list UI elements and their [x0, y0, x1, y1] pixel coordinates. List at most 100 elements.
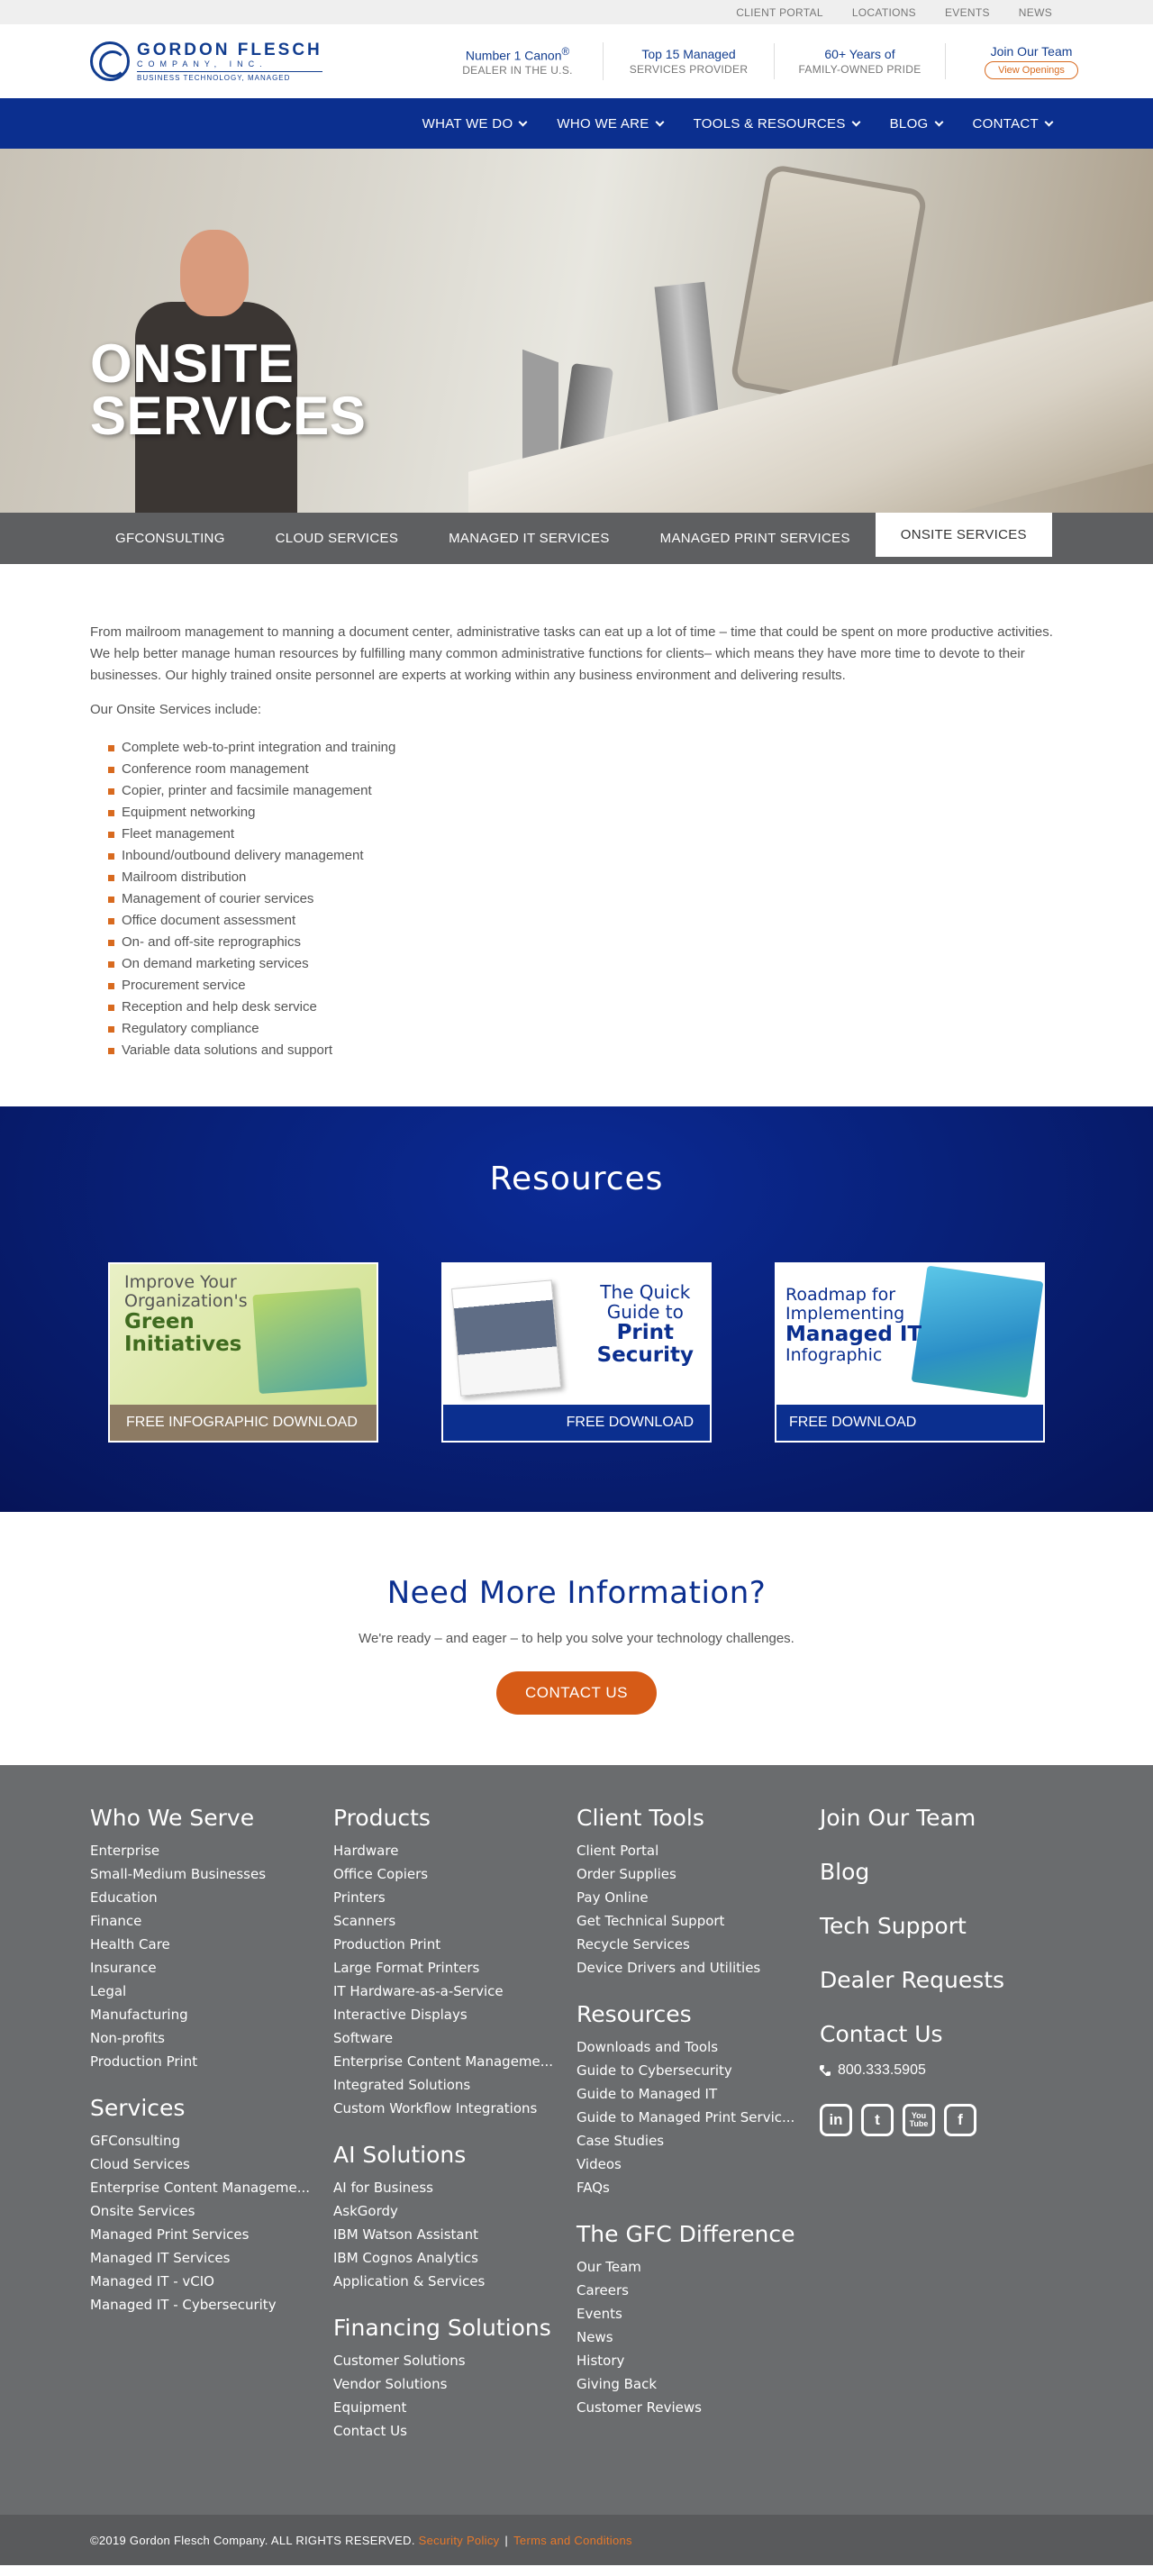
footer-link[interactable]: Enterprise Content Manageme...: [90, 2176, 326, 2199]
footer-link[interactable]: Finance: [90, 1909, 326, 1933]
footer-link[interactable]: Giving Back: [576, 2372, 813, 2396]
footer-join-our-team[interactable]: Join Our Team: [820, 1805, 1063, 1831]
resource-card-print-security[interactable]: The Quick Guide to Print Security FREE D…: [441, 1262, 712, 1443]
nav-what-we-do[interactable]: WHAT WE DO: [422, 116, 528, 132]
youtube-icon[interactable]: You Tube: [903, 2104, 935, 2136]
footer-link[interactable]: Client Portal: [576, 1839, 813, 1862]
footer-link[interactable]: Integrated Solutions: [333, 2073, 569, 2097]
footer-link[interactable]: Insurance: [90, 1956, 326, 1980]
footer-link[interactable]: Vendor Solutions: [333, 2372, 569, 2396]
footer-heading-client-tools[interactable]: Client Tools: [576, 1805, 820, 1831]
footer-link[interactable]: Device Drivers and Utilities: [576, 1956, 813, 1980]
footer-link[interactable]: Custom Workflow Integrations: [333, 2097, 569, 2120]
footer-link[interactable]: Manufacturing: [90, 2003, 326, 2026]
footer-link[interactable]: Managed IT - vCIO: [90, 2270, 326, 2293]
footer-link[interactable]: Health Care: [90, 1933, 326, 1956]
tab-onsite-services[interactable]: ONSITE SERVICES: [875, 513, 1052, 557]
footer-tech-support[interactable]: Tech Support: [820, 1913, 1063, 1939]
footer-link[interactable]: Large Format Printers: [333, 1956, 569, 1980]
footer-link[interactable]: Guide to Cybersecurity: [576, 2059, 813, 2082]
footer-link[interactable]: Production Print: [333, 1933, 569, 1956]
tab-cloud-services[interactable]: CLOUD SERVICES: [250, 513, 423, 564]
footer-link[interactable]: Application & Services: [333, 2270, 569, 2293]
footer-link[interactable]: Managed IT Services: [90, 2246, 326, 2270]
utility-link-client-portal[interactable]: CLIENT PORTAL: [736, 6, 823, 19]
footer-link[interactable]: Cloud Services: [90, 2153, 326, 2176]
footer-link[interactable]: AskGordy: [333, 2199, 569, 2223]
footer-dealer-requests[interactable]: Dealer Requests: [820, 1967, 1063, 1993]
tab-managed-print-services[interactable]: MANAGED PRINT SERVICES: [635, 513, 876, 564]
footer-link[interactable]: Careers: [576, 2279, 813, 2302]
nav-tools-resources[interactable]: TOOLS & RESOURCES: [694, 116, 861, 132]
footer-link[interactable]: Hardware: [333, 1839, 569, 1862]
footer-link[interactable]: History: [576, 2349, 813, 2372]
utility-link-locations[interactable]: LOCATIONS: [852, 6, 916, 19]
footer-link[interactable]: Equipment: [333, 2396, 569, 2419]
footer-link[interactable]: Videos: [576, 2153, 813, 2176]
nav-who-we-are[interactable]: WHO WE ARE: [557, 116, 665, 132]
footer-link[interactable]: Events: [576, 2302, 813, 2326]
footer-link[interactable]: Managed IT - Cybersecurity: [90, 2293, 326, 2317]
company-logo[interactable]: GORDON FLESCH COMPANY, INC. BUSINESS TEC…: [90, 41, 322, 82]
footer-link[interactable]: Printers: [333, 1886, 569, 1909]
nav-blog[interactable]: BLOG: [890, 116, 943, 132]
footer-link[interactable]: Pay Online: [576, 1886, 813, 1909]
footer-link[interactable]: Scanners: [333, 1909, 569, 1933]
resource-card-green[interactable]: Improve Your Organization's Green Initia…: [108, 1262, 378, 1443]
tab-gfconsulting[interactable]: GFCONSULTING: [90, 513, 250, 564]
footer-link[interactable]: Customer Reviews: [576, 2396, 813, 2419]
footer-link[interactable]: Recycle Services: [576, 1933, 813, 1956]
terms-link[interactable]: Terms and Conditions: [513, 2534, 632, 2547]
utility-link-events[interactable]: EVENTS: [945, 6, 990, 19]
footer-link[interactable]: Software: [333, 2026, 569, 2050]
footer-link[interactable]: Order Supplies: [576, 1862, 813, 1886]
utility-link-news[interactable]: NEWS: [1019, 6, 1052, 19]
footer-link[interactable]: Customer Solutions: [333, 2349, 569, 2372]
footer-link[interactable]: Managed Print Services: [90, 2223, 326, 2246]
footer-link[interactable]: IBM Cognos Analytics: [333, 2246, 569, 2270]
footer-link[interactable]: Downloads and Tools: [576, 2035, 813, 2059]
twitter-icon[interactable]: t: [861, 2104, 894, 2136]
footer-link[interactable]: Education: [90, 1886, 326, 1909]
footer-link[interactable]: GFConsulting: [90, 2129, 326, 2153]
footer-heading-gfc-difference[interactable]: The GFC Difference: [576, 2221, 820, 2247]
security-policy-link[interactable]: Security Policy: [419, 2534, 500, 2547]
contact-us-button[interactable]: CONTACT US: [496, 1671, 657, 1715]
footer-link[interactable]: IT Hardware-as-a-Service: [333, 1980, 569, 2003]
footer-phone[interactable]: 800.333.5905: [820, 2062, 1063, 2079]
footer-link[interactable]: Get Technical Support: [576, 1909, 813, 1933]
footer-link[interactable]: FAQs: [576, 2176, 813, 2199]
footer-heading-resources[interactable]: Resources: [576, 2001, 820, 2027]
footer-link[interactable]: Guide to Managed IT: [576, 2082, 813, 2106]
footer-heading-services[interactable]: Services: [90, 2095, 333, 2121]
linkedin-icon[interactable]: in: [820, 2104, 852, 2136]
footer-link[interactable]: IBM Watson Assistant: [333, 2223, 569, 2246]
footer-heading-who-we-serve[interactable]: Who We Serve: [90, 1805, 333, 1831]
footer-link[interactable]: AI for Business: [333, 2176, 569, 2199]
resource-card-managed-it[interactable]: Roadmap for Implementing Managed IT Info…: [775, 1262, 1045, 1443]
footer-link[interactable]: News: [576, 2326, 813, 2349]
footer-link[interactable]: Office Copiers: [333, 1862, 569, 1886]
tab-managed-it-services[interactable]: MANAGED IT SERVICES: [423, 513, 635, 564]
footer-link[interactable]: Small-Medium Businesses: [90, 1862, 326, 1886]
footer-heading-products[interactable]: Products: [333, 1805, 576, 1831]
nav-contact[interactable]: CONTACT: [973, 116, 1054, 132]
footer-link[interactable]: Case Studies: [576, 2129, 813, 2153]
footer-link[interactable]: Interactive Displays: [333, 2003, 569, 2026]
footer-link[interactable]: Guide to Managed Print Servic...: [576, 2106, 813, 2129]
view-openings-button[interactable]: View Openings: [985, 60, 1078, 79]
footer-contact-us[interactable]: Contact Us: [820, 2021, 1063, 2047]
footer-link[interactable]: Our Team: [576, 2255, 813, 2279]
footer-link[interactable]: Non-profits: [90, 2026, 326, 2050]
footer-heading-financing[interactable]: Financing Solutions: [333, 2315, 576, 2341]
footer-link[interactable]: Contact Us: [333, 2419, 569, 2443]
footer-link[interactable]: Enterprise Content Manageme...: [333, 2050, 569, 2073]
facebook-icon[interactable]: f: [944, 2104, 976, 2136]
join-team-link[interactable]: Join Our Team: [946, 44, 1117, 59]
footer-link[interactable]: Production Print: [90, 2050, 326, 2073]
footer-heading-ai-solutions[interactable]: AI Solutions: [333, 2142, 576, 2168]
footer-link[interactable]: Legal: [90, 1980, 326, 2003]
footer-link[interactable]: Enterprise: [90, 1839, 326, 1862]
footer-link[interactable]: Onsite Services: [90, 2199, 326, 2223]
footer-blog[interactable]: Blog: [820, 1859, 1063, 1885]
